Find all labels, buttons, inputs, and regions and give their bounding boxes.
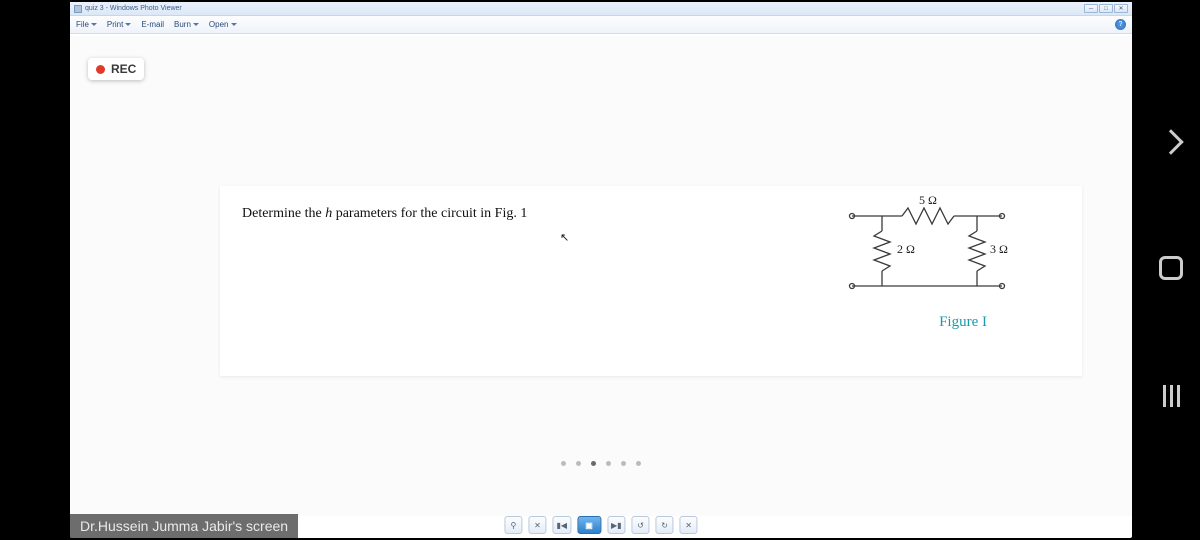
recording-indicator: REC [88,58,144,80]
app-icon [74,5,82,13]
menu-print-label: Print [107,20,123,29]
menu-file[interactable]: File [76,20,97,29]
android-navbar [1142,0,1200,540]
chevron-down-icon [231,23,237,26]
back-icon[interactable] [1158,129,1183,154]
viewer-content: REC Determine the h parameters for the c… [70,36,1132,516]
chevron-down-icon [193,23,199,26]
prev-button[interactable]: ▮◀ [552,516,571,534]
menu-file-label: File [76,20,89,29]
slideshow-button[interactable]: ▣ [577,516,601,534]
close-window-button[interactable]: ✕ [1114,4,1128,13]
problem-suffix: parameters for the circuit in Fig. 1 [336,206,528,221]
page-indicator [561,461,641,466]
r-right-label: 3 Ω [990,242,1008,256]
delete-button[interactable]: ✕ [680,516,698,534]
menu-bar: File Print E-mail Burn Open ? [70,16,1132,34]
home-icon[interactable] [1159,256,1183,280]
r-top-label: 5 Ω [919,196,937,207]
photo-viewer-window: quiz 3 - Windows Photo Viewer ─ □ ✕ File… [70,2,1132,538]
minimize-button[interactable]: ─ [1084,4,1098,13]
circuit-diagram: 5 Ω 2 Ω 3 Ω [842,196,1042,306]
menu-email-label: E-mail [141,20,164,29]
fit-button[interactable]: ✕ [528,516,546,534]
problem-param: h [325,206,332,221]
maximize-button[interactable]: □ [1099,4,1113,13]
menu-open[interactable]: Open [209,20,237,29]
rotate-cw-button[interactable]: ↻ [656,516,674,534]
menu-email[interactable]: E-mail [141,20,164,29]
chevron-down-icon [91,23,97,26]
next-button[interactable]: ▶▮ [607,516,626,534]
figure-label: Figure I [939,314,987,331]
menu-burn[interactable]: Burn [174,20,199,29]
viewer-controls: ⚲ ✕ ▮◀ ▣ ▶▮ ↺ ↻ ✕ [504,516,697,534]
rec-label: REC [111,62,136,76]
menu-burn-label: Burn [174,20,191,29]
cursor-icon: ↖ [560,231,569,244]
window-title: quiz 3 - Windows Photo Viewer [85,5,182,12]
r-left-label: 2 Ω [897,242,915,256]
help-button[interactable]: ? [1115,19,1126,30]
chevron-down-icon [125,23,131,26]
recents-icon[interactable] [1163,385,1180,407]
document-page: Determine the h parameters for the circu… [220,186,1082,376]
record-dot-icon [96,65,105,74]
menu-print[interactable]: Print [107,20,131,29]
rotate-ccw-button[interactable]: ↺ [632,516,650,534]
menu-open-label: Open [209,20,229,29]
title-bar: quiz 3 - Windows Photo Viewer ─ □ ✕ [70,2,1132,16]
zoom-button[interactable]: ⚲ [504,516,522,534]
problem-text: Determine the h parameters for the circu… [242,206,527,222]
screenshare-label: Dr.Hussein Jumma Jabir's screen [70,514,298,538]
problem-prefix: Determine the [242,206,325,221]
